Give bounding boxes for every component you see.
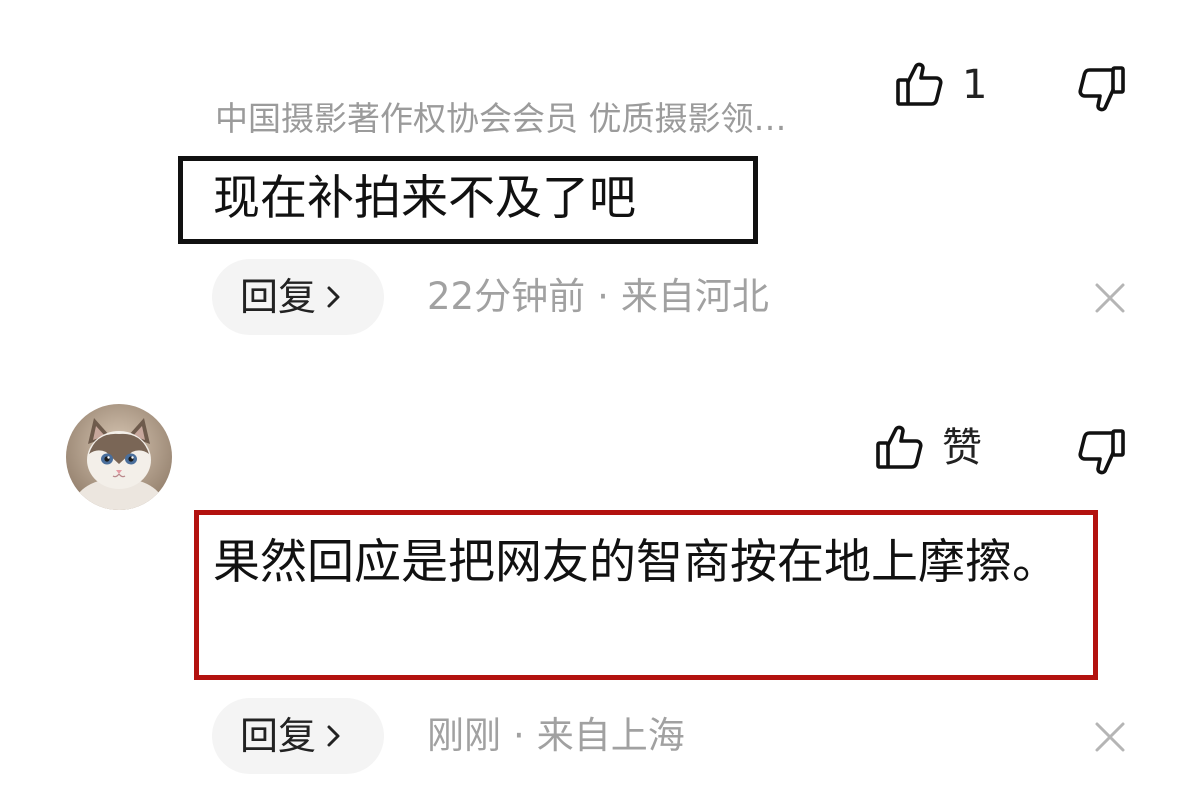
thumbs-down-icon [1078, 429, 1125, 475]
comment-time: 22分钟前 [427, 275, 586, 318]
close-icon [1095, 283, 1125, 313]
chevron-right-icon [327, 725, 340, 747]
chevron-right-icon [327, 286, 340, 308]
close-icon [1095, 722, 1125, 752]
thumbs-down-icon [1078, 66, 1125, 112]
thumbs-up-icon [876, 425, 923, 469]
user-subtitle[interactable]: 中国摄影著作权协会会员 优质摄影领… [215, 97, 787, 141]
close-button[interactable] [1094, 282, 1126, 314]
comment-location: 来自河北 [620, 275, 769, 318]
like-label: 赞 [942, 425, 982, 471]
like-count: 1 [962, 62, 988, 108]
reply-button[interactable]: 回复 [212, 698, 384, 774]
reply-label: 回复 [240, 714, 317, 758]
like-button[interactable] [872, 421, 926, 475]
comment-text: 果然回应是把网友的智商按在地上摩擦。 [213, 535, 1059, 590]
comment-meta: 刚刚 · 来自上海 [427, 698, 685, 774]
close-button[interactable] [1094, 721, 1126, 753]
like-button[interactable] [892, 58, 946, 112]
meta-separator: · [513, 714, 525, 757]
cat-avatar [66, 404, 172, 510]
comment-location: 来自上海 [536, 714, 685, 757]
comment-1: 中国摄影著作权协会会员 优质摄影领… 现在补拍来不及了吧 1 回复 22分钟前 ·… [0, 0, 1200, 360]
comment-text: 现在补拍来不及了吧 [213, 171, 636, 226]
dislike-button[interactable] [1075, 62, 1129, 116]
thumbs-up-icon [896, 62, 943, 106]
avatar[interactable] [66, 404, 172, 510]
comment-meta: 22分钟前 · 来自河北 [427, 259, 769, 335]
reply-button[interactable]: 回复 [212, 259, 384, 335]
comment-time: 刚刚 [427, 714, 501, 757]
reply-label: 回复 [240, 275, 317, 319]
dislike-button[interactable] [1075, 425, 1129, 479]
meta-separator: · [597, 275, 609, 318]
